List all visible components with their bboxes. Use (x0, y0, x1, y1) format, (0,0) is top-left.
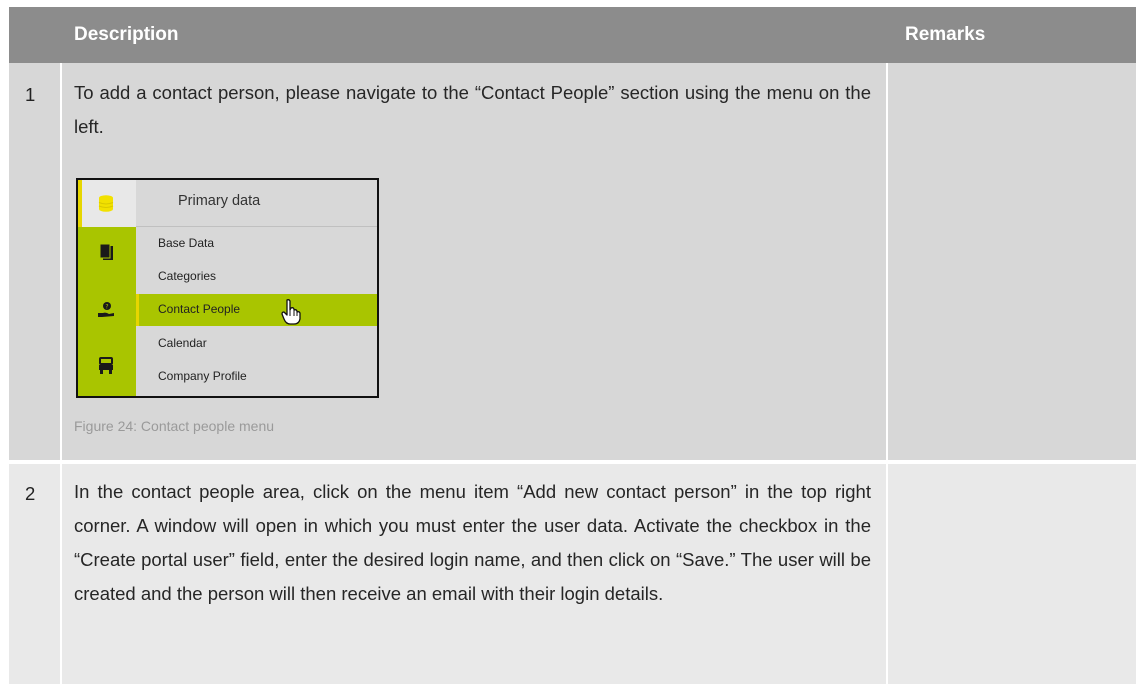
header-remarks: Remarks (905, 24, 986, 45)
row-description: In the contact people area, click on the… (74, 481, 871, 604)
menu-item-company-profile[interactable]: Company Profile (158, 369, 247, 383)
menu-item-calendar[interactable]: Calendar (158, 336, 207, 350)
figure-caption: Figure 24: Contact people menu (74, 418, 275, 434)
documents-icon (99, 243, 113, 260)
row-description: To add a contact person, please navigate… (74, 82, 871, 137)
contact-hand-icon: ? (98, 302, 114, 317)
menu-item-base-data[interactable]: Base Data (158, 236, 214, 250)
table-header: Description Remarks (9, 7, 1136, 63)
menu-title: Primary data (178, 193, 261, 209)
table-row: 1 To add a contact person, please naviga… (9, 63, 1136, 460)
hand-pointer-icon (281, 299, 301, 325)
header-description: Description (74, 24, 179, 45)
svg-text:?: ? (105, 304, 108, 311)
table-row: 2 In the contact people area, click on t… (9, 464, 1136, 684)
truck-icon (99, 357, 113, 374)
row-number: 1 (25, 84, 36, 105)
contact-menu-screenshot: ? Primary data Base Data Categories Cont… (76, 178, 379, 398)
row-number: 2 (25, 483, 36, 504)
menu-item-categories[interactable]: Categories (158, 269, 216, 283)
database-icon (98, 195, 114, 212)
menu-item-contact-people[interactable]: Contact People (158, 302, 240, 316)
